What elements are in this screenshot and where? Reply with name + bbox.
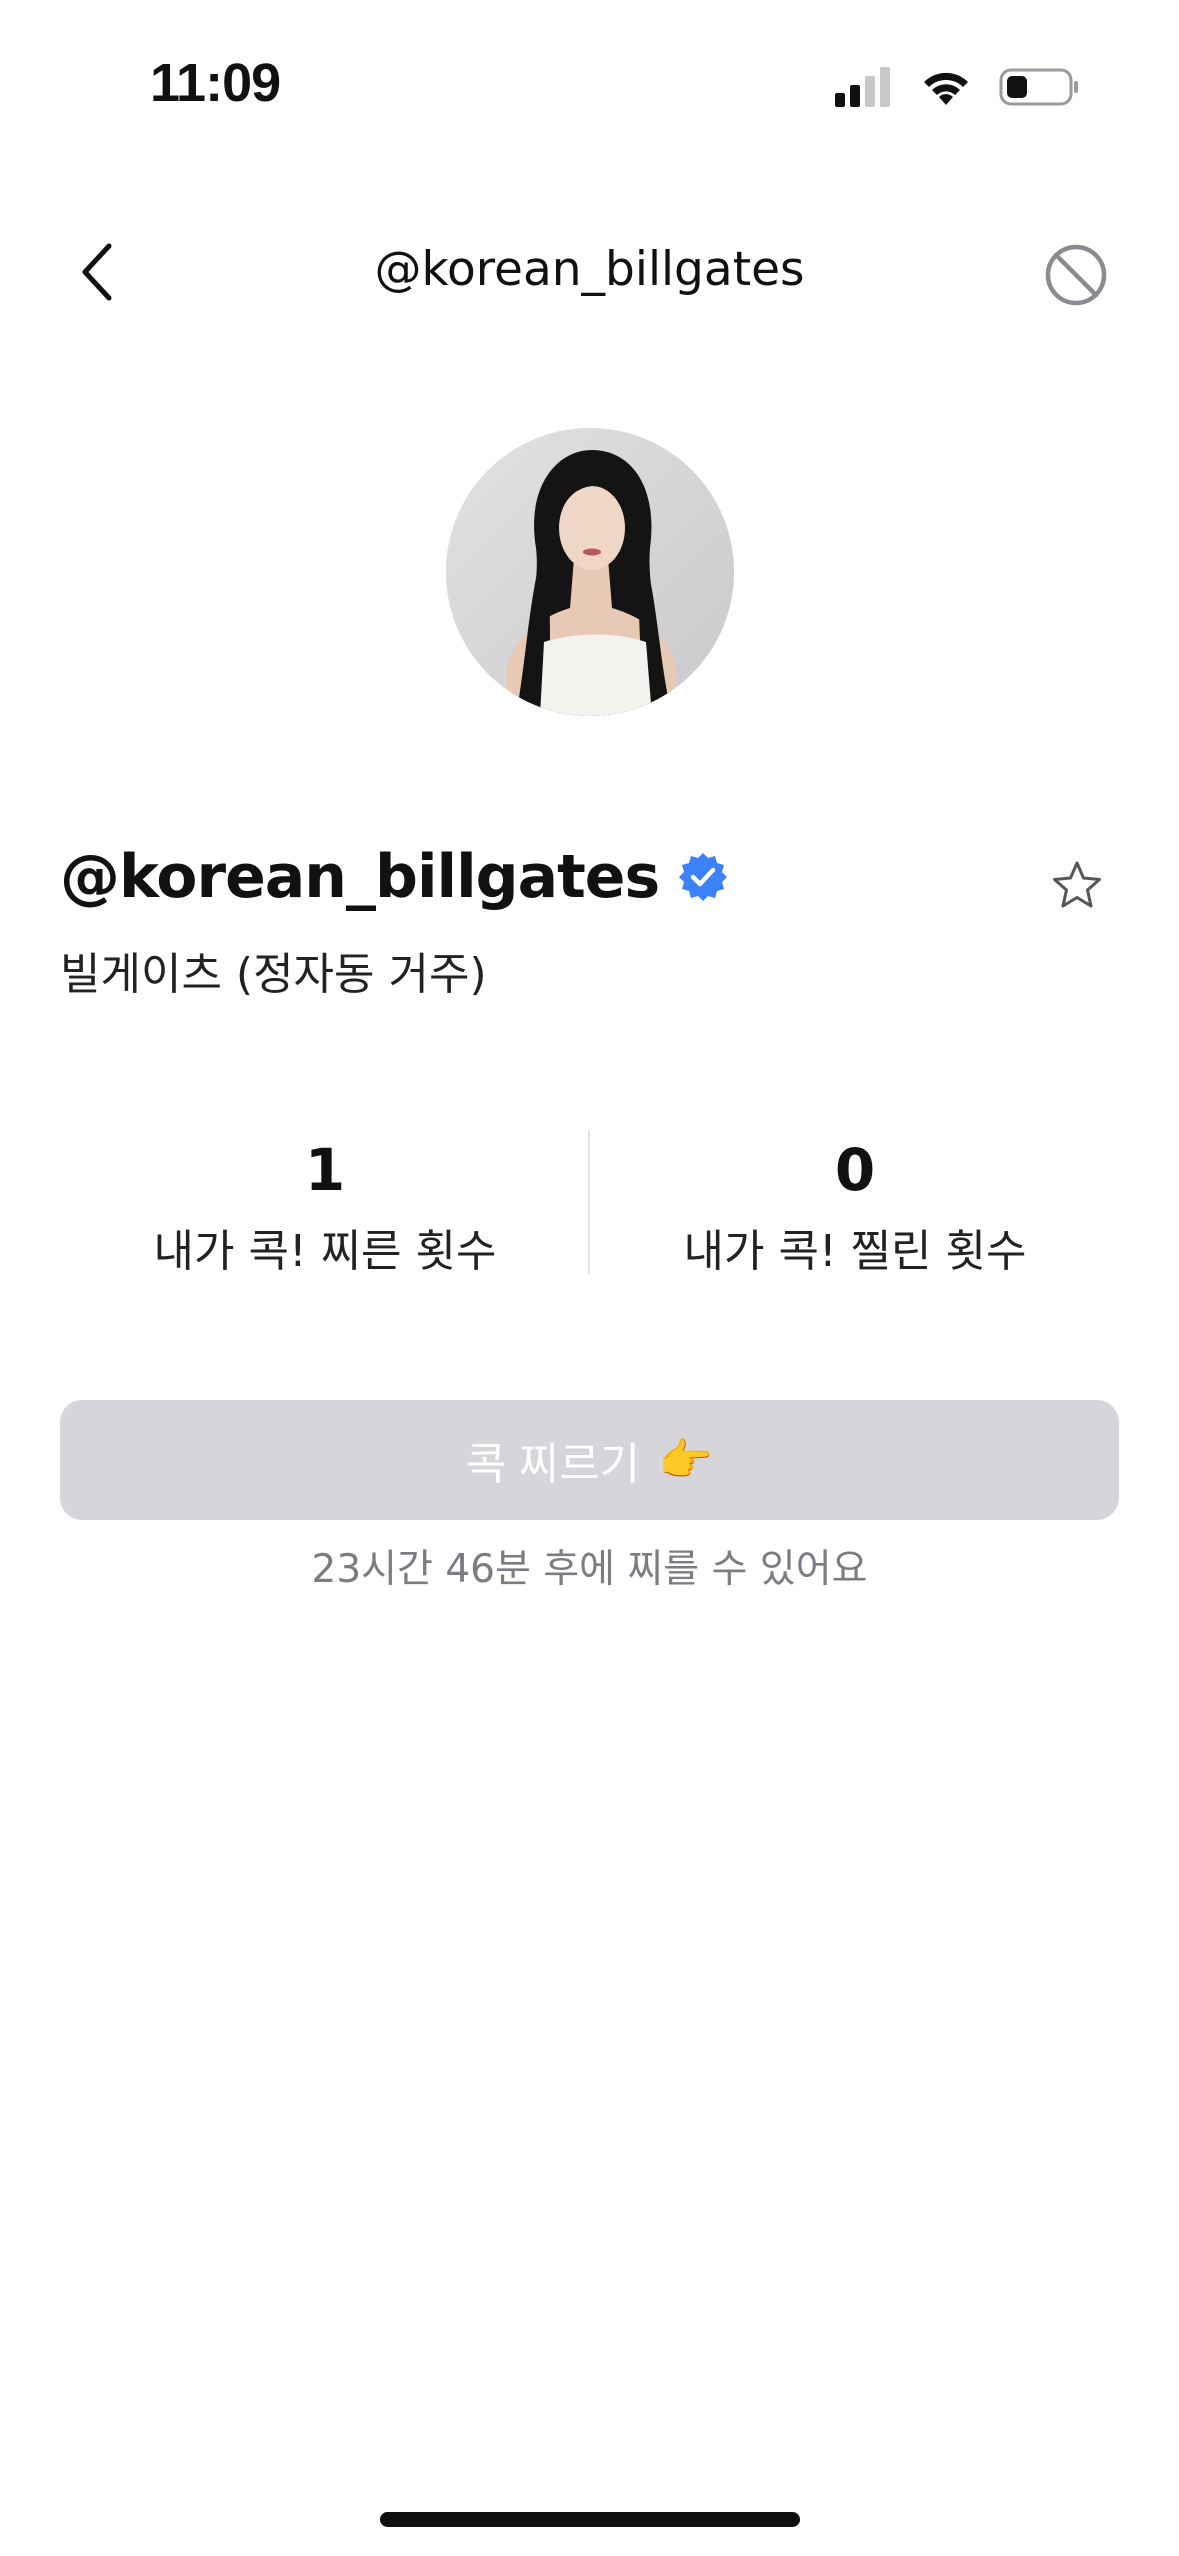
cellular-signal-icon bbox=[835, 67, 890, 107]
favorite-button[interactable] bbox=[1045, 854, 1109, 918]
poke-button[interactable]: 콕 찌르기 👉 bbox=[60, 1400, 1119, 1520]
poke-cooldown-text: 23시간 46분 후에 찌를 수 있어요 bbox=[311, 1547, 868, 1592]
wifi-icon bbox=[924, 72, 968, 105]
page-title: @korean_billgates bbox=[374, 242, 805, 297]
pointing-hand-icon: 👉 bbox=[658, 1436, 713, 1485]
stat-value: 0 bbox=[834, 1136, 876, 1204]
profile-photo bbox=[446, 428, 734, 716]
battery-icon bbox=[999, 68, 1078, 106]
avatar bbox=[446, 428, 734, 716]
profile-handle: @korean_billgates bbox=[60, 842, 660, 912]
stat-label: 내가 콕! 찌른 횟수 bbox=[153, 1226, 497, 1277]
status-time: 11:09 bbox=[150, 53, 281, 113]
star-icon bbox=[1053, 861, 1101, 908]
stat-poked-count: 1 내가 콕! 찌른 횟수 bbox=[60, 1135, 590, 1279]
block-button[interactable] bbox=[1041, 240, 1111, 310]
home-indicator[interactable] bbox=[380, 2512, 800, 2527]
stat-value: 1 bbox=[304, 1136, 346, 1204]
poke-button-label: 콕 찌르기 bbox=[466, 1440, 641, 1489]
block-icon bbox=[1045, 244, 1107, 306]
status-icons bbox=[835, 62, 1081, 112]
verified-badge-icon bbox=[679, 853, 728, 901]
profile-handle-row: @korean_billgates bbox=[60, 842, 729, 912]
profile-bio: 빌게이츠 (정자동 거주) bbox=[60, 949, 487, 1000]
stat-got-poked-count: 0 내가 콕! 찔린 횟수 bbox=[590, 1135, 1120, 1279]
stat-label: 내가 콕! 찔린 횟수 bbox=[683, 1226, 1027, 1277]
